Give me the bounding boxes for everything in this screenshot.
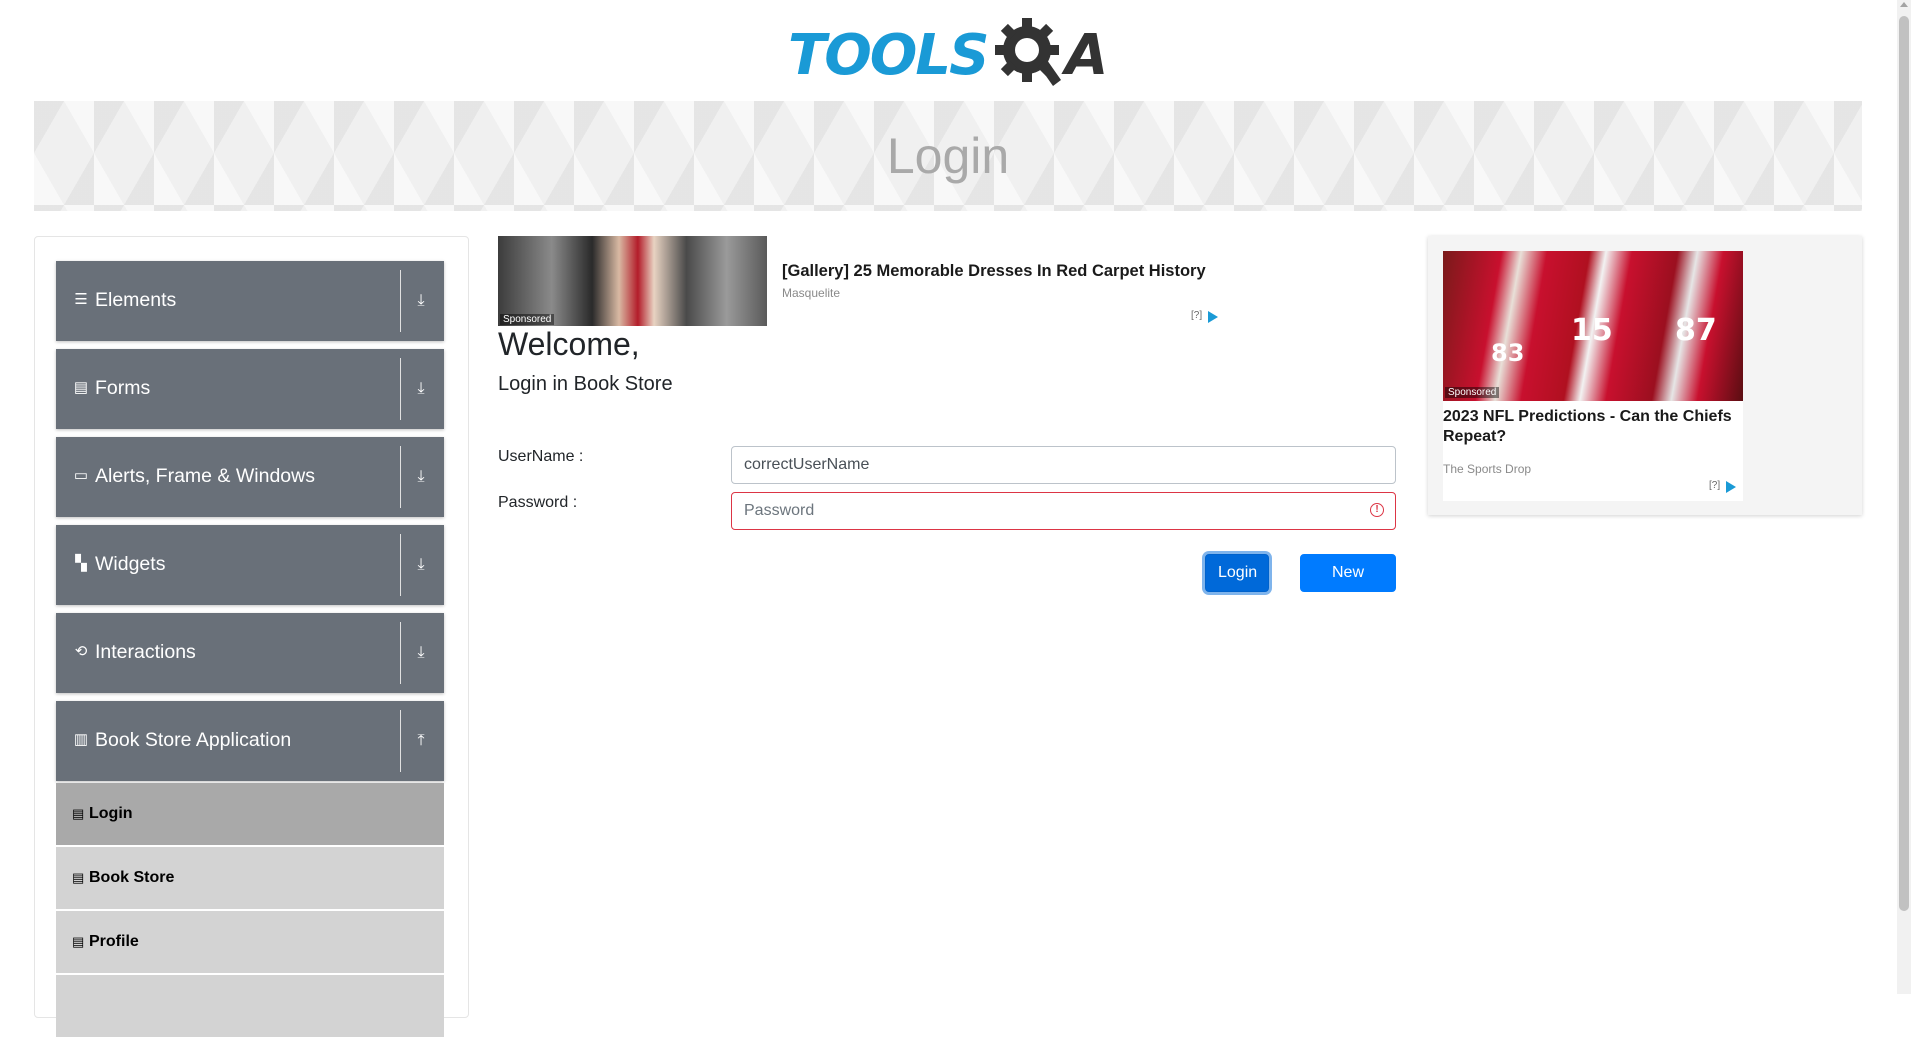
hamburger-icon: ☰ [74,291,88,308]
books-icon: ▥ [73,731,89,748]
sidebar-group-label: Interactions [95,641,196,663]
divider [400,270,401,332]
login-subheading: Login in Book Store [498,373,673,395]
username-label: UserName : [498,448,584,465]
widgets-icon: ▚ [75,555,87,572]
divider [400,446,401,508]
page-title: Login [886,128,1010,184]
sidebar-group-label: Widgets [95,553,166,575]
sponsored-label: Sponsored [1445,387,1500,398]
sidebar-group-book-store-application[interactable]: ▥ Book Store Application ⤒ [56,701,444,781]
divider [400,358,401,420]
ad-headline[interactable]: [Gallery] 25 Memorable Dresses In Red Ca… [782,262,1206,281]
adchoices-icon[interactable] [1726,481,1736,493]
sidebar-item-login[interactable]: ▤ Login [56,783,444,847]
sidebar-group-label: Elements [95,289,177,311]
jersey-number: 87 [1675,313,1717,348]
ad-image[interactable]: Sponsored [498,236,767,326]
left-sidebar: ☰ Elements ⤓ ▤ Forms ⤓ ▭ Alerts, Frame &… [34,236,469,1039]
document-icon: ▤ [73,379,89,396]
ad-source: Masquelite [782,286,841,300]
expand-arrow-icon[interactable]: ⤓ [412,643,430,663]
expand-arrow-icon[interactable]: ⤓ [412,467,430,487]
jersey-number: 15 [1571,313,1613,348]
sidebar-group-alerts[interactable]: ▭ Alerts, Frame & Windows ⤓ [56,437,444,517]
item-doc-icon: ▤ [72,806,85,821]
sidebar-group-label: Forms [95,377,151,399]
divider [400,710,401,772]
divider [400,534,401,596]
ad-choices-link[interactable]: [?] [1709,480,1720,491]
collapse-arrow-icon[interactable]: ⤒ [412,731,430,751]
divider [400,622,401,684]
logo-text-a: A [1065,23,1108,88]
scrollbar-thumb[interactable] [1899,16,1909,911]
sidebar-group-label: Book Store Application [95,729,292,751]
username-input[interactable] [731,446,1396,484]
jersey-number: 83 [1491,339,1525,367]
new-user-button[interactable]: New User [1300,554,1396,617]
password-label: Password : [498,494,578,511]
sponsored-ad-right[interactable]: 83 15 87 Sponsored 2023 NFL Predictions … [1428,236,1862,515]
expand-arrow-icon[interactable]: ⤓ [412,379,430,399]
sidebar-item-label: Book Store [89,869,175,886]
ad-headline[interactable]: 2023 NFL Predictions - Can the Chiefs Re… [1443,407,1743,447]
sidebar-group-forms[interactable]: ▤ Forms ⤓ [56,349,444,429]
sidebar-item-profile[interactable]: ▤ Profile [56,911,444,975]
expand-arrow-icon[interactable]: ⤓ [412,291,430,311]
sidebar-item-partial[interactable] [56,975,444,1039]
logo-text-tools: TOOLS [788,23,989,88]
sponsored-ad-top[interactable]: Sponsored [Gallery] 25 Memorable Dresses… [498,236,1238,326]
sidebar-group-interactions[interactable]: ⟲ Interactions ⤓ [56,613,444,693]
sponsored-label: Sponsored [500,314,555,325]
vertical-scrollbar[interactable] [1897,0,1911,994]
interactions-icon: ⟲ [74,643,88,660]
sidebar-group-widgets[interactable]: ▚ Widgets ⤓ [56,525,444,605]
sidebar-item-book-store[interactable]: ▤ Book Store [56,847,444,911]
item-doc-icon: ▤ [72,934,85,949]
password-input[interactable] [731,492,1396,530]
gear-magnifier-icon [995,18,1061,86]
welcome-heading: Welcome, [498,326,640,362]
sidebar-group-elements[interactable]: ☰ Elements ⤓ [56,261,444,341]
error-icon: ! [1370,503,1384,517]
item-doc-icon: ▤ [72,870,85,885]
ad-choices-link[interactable]: [?] [1191,310,1202,321]
adchoices-icon[interactable] [1208,311,1218,323]
ad-image[interactable]: 83 15 87 Sponsored [1443,251,1743,401]
login-button[interactable]: Login [1205,554,1269,592]
ad-card[interactable]: 83 15 87 Sponsored 2023 NFL Predictions … [1443,251,1743,501]
page-banner: Login [34,101,1862,211]
sidebar-item-label: Profile [89,933,139,950]
scroll-up-icon[interactable] [1900,2,1908,7]
expand-arrow-icon[interactable]: ⤓ [412,555,430,575]
sidebar-group-label: Alerts, Frame & Windows [95,465,315,487]
ad-source: The Sports Drop [1443,462,1532,476]
sidebar-item-label: Login [89,805,133,822]
toolsqa-logo[interactable]: TOOLS A [788,14,1113,90]
window-icon: ▭ [73,467,89,484]
